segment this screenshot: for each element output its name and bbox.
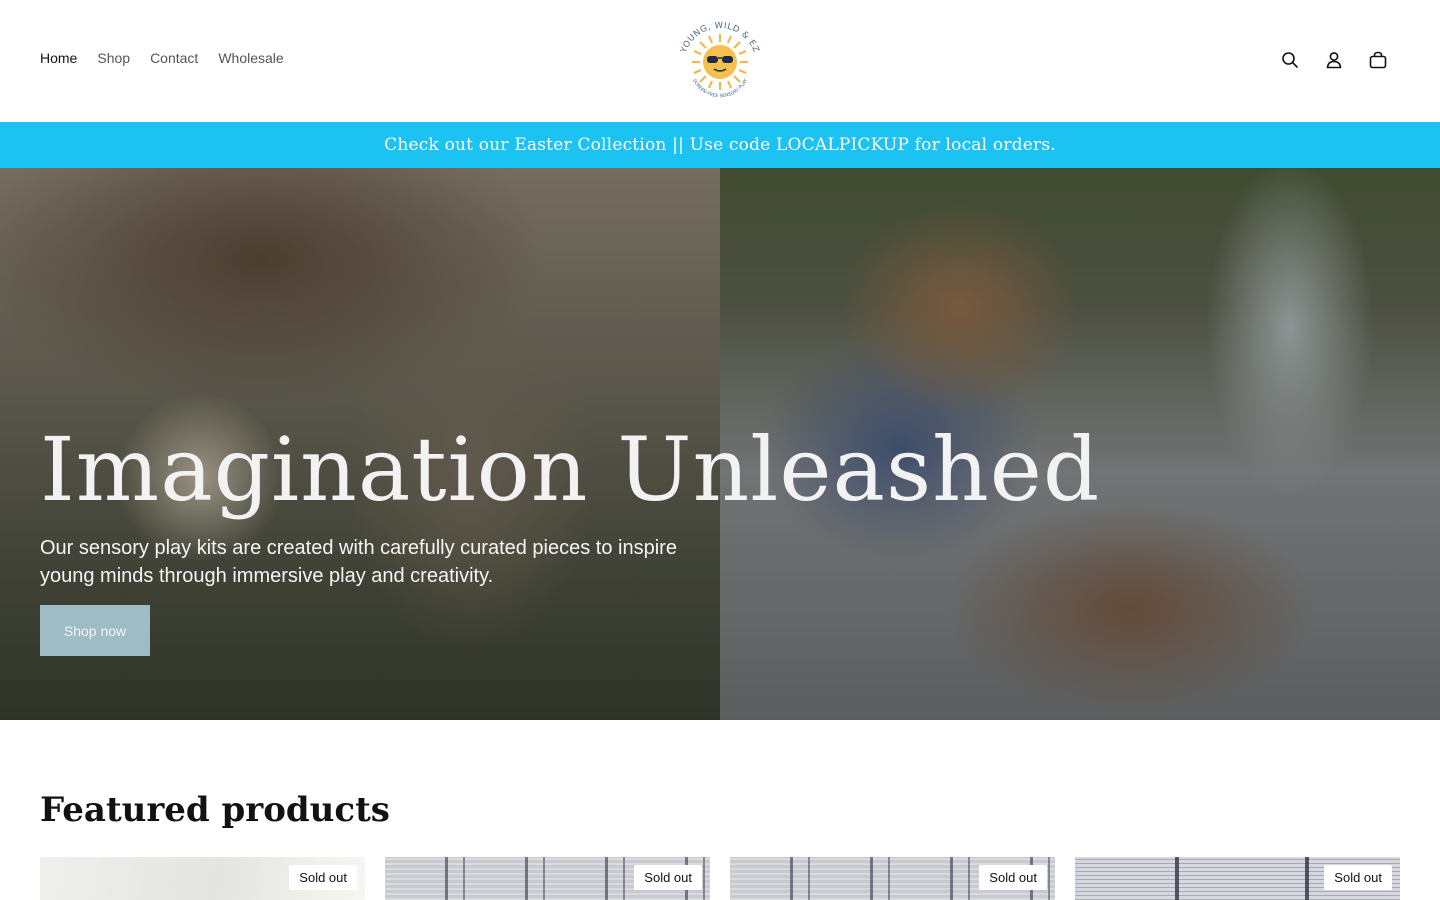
sold-out-badge: Sold out	[1324, 865, 1392, 890]
hero-banner: Imagination Unleashed Our sensory play k…	[0, 168, 1440, 720]
product-grid: Sold out Sold out Sold out Sold out	[40, 857, 1400, 900]
search-icon[interactable]	[1280, 50, 1300, 70]
shop-now-button[interactable]: Shop now	[40, 605, 150, 656]
cart-icon[interactable]	[1368, 50, 1388, 70]
sold-out-badge: Sold out	[979, 865, 1047, 890]
sold-out-badge: Sold out	[289, 865, 357, 890]
main-nav: Home Shop Contact Wholesale	[40, 50, 284, 66]
header-actions	[1280, 50, 1388, 70]
site-header: Home Shop Contact Wholesale YOUNG, WILD …	[0, 0, 1440, 122]
sold-out-badge: Sold out	[634, 865, 702, 890]
announcement-bar: Check out our Easter Collection || Use c…	[0, 122, 1440, 168]
account-icon[interactable]	[1324, 50, 1344, 70]
announcement-text: Check out our Easter Collection || Use c…	[384, 135, 1056, 155]
brand-logo[interactable]: YOUNG, WILD & EZ SCREEN-FREE SENSORY PLA…	[670, 12, 770, 112]
hero-subtitle: Our sensory play kits are created with c…	[40, 537, 677, 587]
product-card[interactable]: Sold out	[385, 857, 710, 900]
hero-title: Imagination Unleashed	[40, 418, 1101, 521]
product-card[interactable]: Sold out	[1075, 857, 1400, 900]
product-card[interactable]: Sold out	[730, 857, 1055, 900]
product-card[interactable]: Sold out	[40, 857, 365, 900]
nav-wholesale-link[interactable]: Wholesale	[218, 50, 283, 66]
nav-shop-link[interactable]: Shop	[97, 50, 130, 66]
featured-products-heading: Featured products	[40, 790, 390, 830]
nav-contact-link[interactable]: Contact	[150, 50, 198, 66]
sun-logo-icon: YOUNG, WILD & EZ SCREEN-FREE SENSORY PLA…	[679, 21, 761, 99]
nav-home-link[interactable]: Home	[40, 50, 77, 66]
